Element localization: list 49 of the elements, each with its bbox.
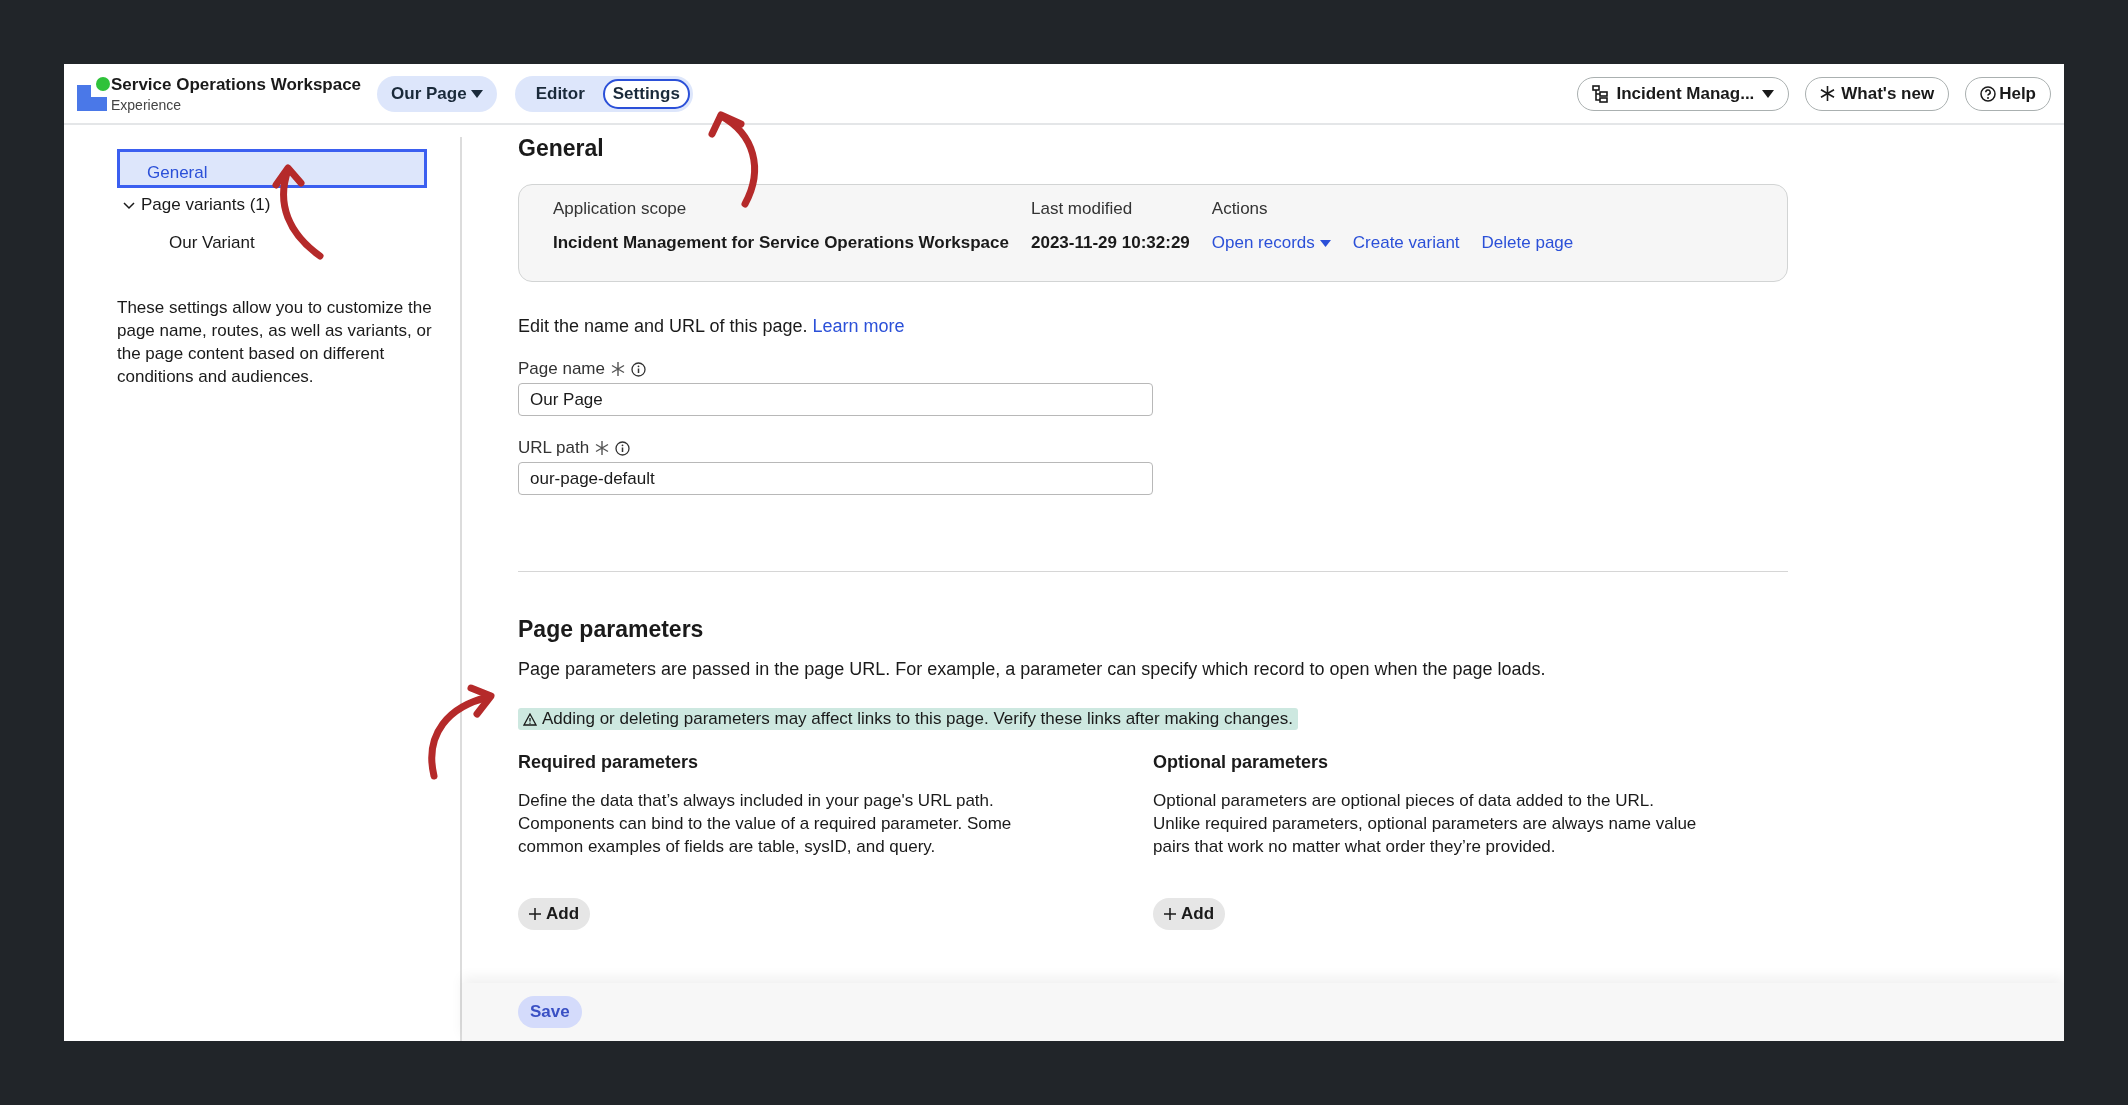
hierarchy-icon [1592,84,1609,103]
page-menu[interactable]: Our Page [377,75,497,112]
section-heading: Page parameters [518,616,705,643]
mode-tab[interactable]: Settings [602,78,690,109]
scope-menu[interactable]: Incident Manag... [1577,76,1790,111]
whats-new-button[interactable]: What's new [1805,76,1950,111]
add-button[interactable]: Add [1153,898,1226,930]
chevron-down-icon [123,199,135,211]
field-label: Actions [1211,199,1269,219]
field-value: Incident Management for Service Operations Workspace [553,233,1009,253]
nav-item[interactable]: Our Variant [117,222,427,264]
warning-banner: Adding or deleting parameters may affect links to this page. Verify these links after making changes. [518,708,1298,730]
mode-tab[interactable]: Editor [517,78,603,109]
logo-icon [77,76,111,111]
text-field[interactable]: Our Page [518,383,1153,416]
help-icon [1980,85,1997,102]
section-heading: General [518,135,605,162]
nav-item[interactable]: General [117,149,427,188]
field-label: URL path [518,438,590,458]
group-description: Define the data that’s always included in your page's URL path. Components can bind to the value of a required parameter. Some common examples of fields are table, sysID, and query. [518,790,1013,858]
info-icon [630,361,646,377]
warning-icon [523,712,537,726]
dropdown-link[interactable]: Open records [1211,233,1331,253]
field-label: Application scope [553,199,688,219]
caret-icon [1319,239,1331,247]
learn-more-link[interactable]: Learn more [812,316,905,336]
section-description: Page parameters are passed in the page URL. For example, a parameter can specify which record to open when the page loads. [518,659,1547,680]
add-button[interactable]: Add [518,898,591,930]
field-label: Last modified [1031,199,1134,219]
nav-item[interactable]: Page variants (1) [117,188,427,222]
asterisk-icon [1820,86,1836,101]
app-subtitle: Experience [111,96,183,113]
field-value: 2023-11-29 10:32:29 [1031,233,1190,253]
group-description: Optional parameters are optional pieces of data added to the URL. Unlike required parameters, optional parameters are always name value pairs that work no matter what order they’re provided. [1153,790,1698,858]
app-title: Service Operations Workspace [111,74,362,95]
action-link[interactable]: Delete page [1481,233,1574,253]
info-icon [615,440,631,456]
action-link[interactable]: Create variant [1352,233,1460,253]
caret-icon [470,89,483,98]
group-title: Optional parameters [1153,752,1330,773]
plus-icon [529,908,541,920]
sidebar-description: These settings allow you to customize the page name, routes, as well as variants, or the page content based on different conditions and audiences. [117,297,433,388]
plus-icon [1164,908,1176,920]
help-button[interactable]: Help [1965,76,2051,111]
field-label: Page name [518,359,605,379]
group-title: Required parameters [518,752,700,773]
caret-icon [1762,89,1775,98]
text-field[interactable]: our-page-default [518,462,1153,495]
intro-text: Edit the name and URL of this page. Learn more [518,316,906,337]
